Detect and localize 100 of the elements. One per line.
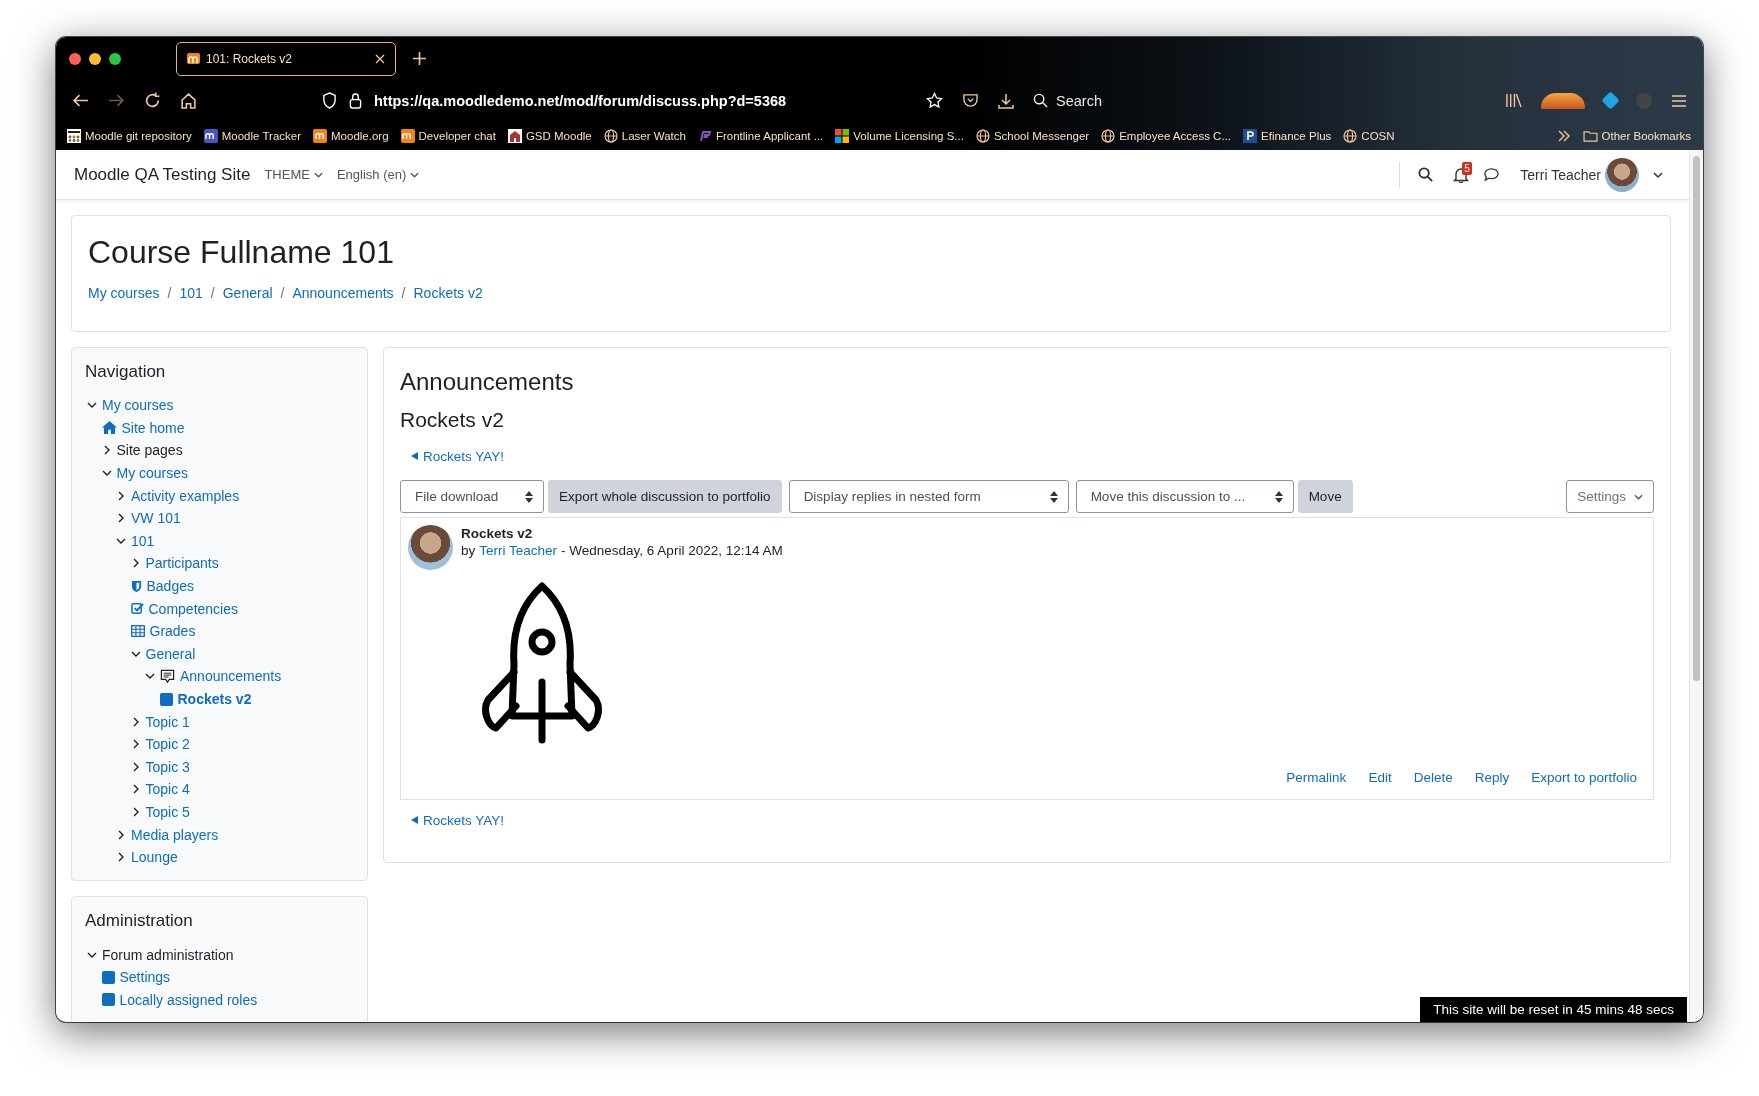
bookmark[interactable]: Moodle git repository [67, 128, 192, 143]
search-icon[interactable] [1418, 167, 1434, 182]
reload-icon[interactable] [144, 92, 161, 109]
tree-item[interactable]: Site pages [116, 442, 183, 459]
tree-item[interactable]: Topic 2 [145, 736, 190, 753]
chevron-icon[interactable] [116, 513, 126, 524]
tree-item[interactable]: Topic 4 [145, 781, 190, 798]
scrollbar[interactable] [1689, 150, 1703, 1022]
browser-tab[interactable]: 101: Rockets v2 [176, 41, 396, 76]
menu-icon[interactable] [1671, 93, 1687, 108]
post-action-link[interactable]: Edit [1368, 770, 1392, 785]
tree-item[interactable]: Activity examples [131, 487, 240, 504]
four-squares-icon [835, 128, 850, 143]
bookmark[interactable]: COSN [1343, 128, 1395, 143]
action-button[interactable]: Export whole discussion to portfolio [548, 480, 782, 513]
search-icon [1033, 93, 1048, 108]
avatar-photo[interactable] [1605, 157, 1639, 192]
bookmark[interactable]: Employee Access C... [1101, 128, 1231, 143]
tree-item[interactable]: Lounge [131, 849, 178, 866]
globe-icon [603, 128, 618, 143]
bookmark[interactable]: Moodle.org [313, 128, 389, 143]
forward-arrow-icon[interactable] [108, 92, 125, 109]
chevron-icon[interactable] [116, 829, 126, 840]
close-icon[interactable] [375, 53, 385, 64]
tree-item[interactable]: My courses [116, 465, 189, 482]
author-link[interactable]: Terri Teacher [479, 543, 558, 558]
bookmark-folder[interactable]: Other Bookmarks [1582, 129, 1691, 142]
chevron-icon[interactable] [116, 490, 126, 501]
post-action-link[interactable]: Permalink [1286, 770, 1347, 785]
minimize-window-button[interactable] [89, 52, 101, 65]
library-icon[interactable] [1505, 93, 1522, 108]
up-down-arrows-icon [525, 490, 533, 503]
bookmark[interactable]: Frontline Applicant ... [697, 128, 824, 143]
up-down-arrows-icon [1049, 490, 1058, 503]
chevron-icon[interactable] [116, 852, 126, 863]
tree-item[interactable]: Media players [131, 826, 219, 843]
bookmark[interactable]: Moodle Tracker [203, 128, 301, 143]
tree-item[interactable]: Competencies [148, 600, 238, 617]
next-discussion-link[interactable]: Rockets YAY! [423, 812, 505, 828]
tree-item[interactable]: My courses [102, 397, 174, 414]
download-icon[interactable] [998, 92, 1014, 109]
address-field[interactable]: https://qa.moodledemo.net/mod/forum/discuss.php?d=5368 [374, 92, 787, 109]
tree-item[interactable]: Topic 1 [145, 713, 190, 730]
settings-dropdown-button[interactable]: Settings [1566, 480, 1654, 513]
action-button[interactable]: Move [1297, 480, 1353, 513]
tree-item[interactable]: Badges [146, 578, 194, 595]
lock-icon[interactable] [349, 92, 362, 109]
select-dropdown[interactable]: File download [400, 480, 544, 513]
site-name[interactable]: Moodle QA Testing Site [74, 164, 251, 185]
tree-item[interactable]: General [145, 645, 196, 662]
star-icon[interactable] [926, 92, 943, 109]
tree-item[interactable]: Settings [119, 969, 171, 986]
new-tab-icon[interactable] [413, 52, 426, 65]
chat-bubble-icon[interactable] [1483, 167, 1501, 182]
bookmark[interactable]: Developer chat [400, 128, 496, 143]
tree-item[interactable]: 101 [131, 532, 155, 549]
previous-discussion-link[interactable]: Rockets YAY! [423, 448, 505, 464]
tree-item[interactable]: Grades [149, 623, 196, 640]
search-field[interactable]: Search [1054, 91, 1178, 110]
home-icon[interactable] [180, 92, 197, 109]
dropdown-menu[interactable]: THEME [264, 167, 323, 182]
double-chevron-icon[interactable] [1556, 129, 1571, 142]
breadcrumb-link[interactable]: My courses [88, 285, 160, 301]
byline-text: by [461, 543, 476, 558]
close-window-button[interactable] [69, 52, 81, 65]
breadcrumb-link[interactable]: General [222, 285, 273, 301]
left-triangle-icon [411, 816, 419, 824]
tree-item[interactable]: Rockets v2 [177, 691, 252, 707]
tree-item[interactable]: Locally assigned roles [119, 991, 258, 1008]
bell-icon[interactable] [1453, 166, 1470, 183]
select-dropdown[interactable]: Display replies in nested form [788, 480, 1069, 513]
post-action-link[interactable]: Export to portfolio [1531, 770, 1637, 785]
bookmark[interactable]: GSD Moodle [507, 128, 592, 143]
bookmark[interactable]: Laser Watch [603, 128, 686, 143]
pocket-icon[interactable] [962, 93, 979, 108]
zoom-window-button[interactable] [109, 52, 121, 65]
tree-item[interactable]: Topic 3 [145, 758, 190, 775]
scrollbar-thumb[interactable] [1693, 156, 1700, 681]
tree-item[interactable]: Participants [145, 555, 219, 572]
breadcrumb-link[interactable]: Announcements [292, 285, 394, 301]
breadcrumb-link[interactable]: 101 [179, 285, 203, 301]
post-action-link[interactable]: Reply [1474, 770, 1510, 785]
shield-icon[interactable] [322, 92, 337, 109]
bookmark[interactable]: Efinance Plus [1243, 128, 1332, 143]
extension-icon[interactable] [1541, 92, 1585, 109]
caret-icon[interactable] [1653, 171, 1663, 178]
select-dropdown[interactable]: Move this discussion to ... [1075, 480, 1294, 513]
user-name[interactable]: Terri Teacher [1520, 166, 1601, 183]
tree-item[interactable]: VW 101 [131, 510, 181, 527]
bookmark[interactable]: Volume Licensing S... [835, 128, 964, 143]
tree-item[interactable]: Announcements [180, 668, 282, 685]
breadcrumb-link[interactable]: Rockets v2 [413, 285, 483, 301]
post-action-link[interactable]: Delete [1413, 770, 1453, 785]
back-arrow-icon[interactable] [72, 92, 89, 109]
dropdown-menu[interactable]: English (en) [336, 167, 420, 182]
block-title: Navigation [85, 362, 167, 382]
tree-item[interactable]: Forum administration [102, 946, 234, 963]
tree-item[interactable]: Site home [121, 419, 185, 436]
bookmark[interactable]: School Messenger [975, 128, 1090, 143]
tree-item[interactable]: Topic 5 [145, 804, 190, 820]
